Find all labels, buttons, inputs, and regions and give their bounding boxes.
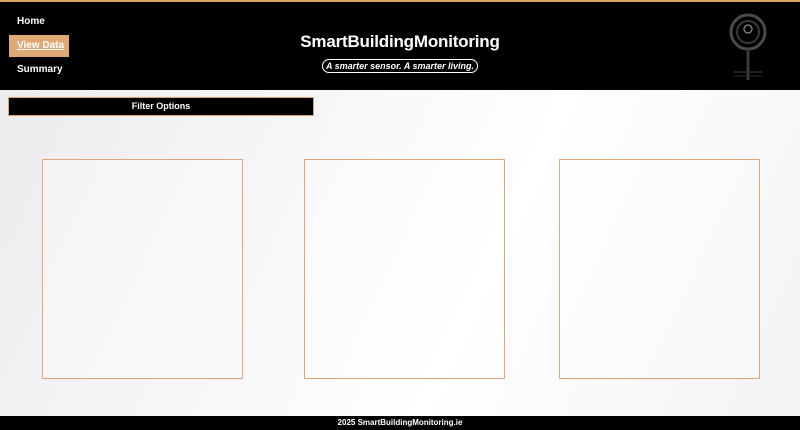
site-title: SmartBuildingMonitoring bbox=[300, 32, 500, 51]
chart-panel-2 bbox=[304, 159, 505, 379]
chart-panel-3 bbox=[559, 159, 760, 379]
site-footer: 2025 SmartBuildingMonitoring.ie bbox=[0, 416, 800, 430]
filter-options-button[interactable]: Filter Options bbox=[8, 97, 314, 116]
sensor-logo-icon bbox=[729, 13, 767, 80]
chart-panel-1 bbox=[42, 159, 243, 379]
nav-home-link[interactable]: Home bbox=[9, 11, 69, 33]
main-content: Filter Options bbox=[0, 90, 800, 416]
site-header: Home View Data Summary SmartBuildingMoni… bbox=[0, 2, 800, 90]
tagline-container: A smarter sensor. A smarter living. bbox=[0, 56, 800, 74]
tagline: A smarter sensor. A smarter living. bbox=[321, 59, 479, 73]
